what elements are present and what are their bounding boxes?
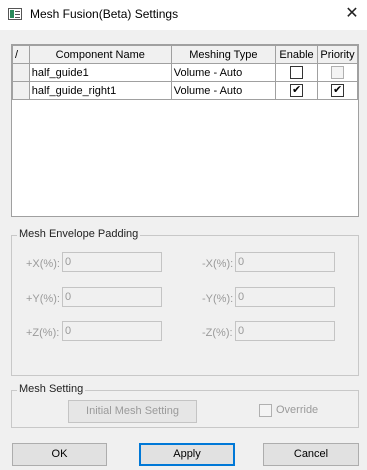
component-name-cell[interactable]: half_guide_right1 — [28, 81, 172, 100]
priority-cell — [316, 81, 359, 100]
col-header-meshing-type[interactable]: Meshing Type — [170, 45, 277, 64]
priority-cell — [316, 63, 359, 82]
minus-y-label: -Y(%): — [202, 293, 234, 305]
mesh-envelope-padding-label: Mesh Envelope Padding — [17, 228, 141, 240]
minus-y-field[interactable] — [235, 287, 335, 307]
sort-indicator[interactable]: / — [12, 45, 30, 64]
col-header-priority[interactable]: Priority — [316, 45, 359, 64]
plus-x-field[interactable] — [62, 252, 162, 272]
plus-z-field[interactable] — [62, 321, 162, 341]
apply-button[interactable]: Apply — [139, 443, 235, 466]
meshing-type-cell[interactable]: Volume - Auto — [170, 81, 277, 100]
enable-checkbox[interactable] — [290, 66, 304, 79]
table-row[interactable]: half_guide1 Volume - Auto — [12, 63, 359, 82]
table-row[interactable]: half_guide_right1 Volume - Auto — [12, 81, 359, 100]
initial-mesh-setting-button[interactable]: Initial Mesh Setting — [68, 400, 197, 423]
row-header[interactable] — [12, 81, 30, 100]
cancel-button[interactable]: Cancel — [263, 443, 359, 466]
minus-x-field[interactable] — [235, 252, 335, 272]
plus-y-label: +Y(%): — [26, 293, 60, 305]
col-header-enable[interactable]: Enable — [275, 45, 318, 64]
minus-z-label: -Z(%): — [202, 327, 233, 339]
enable-cell — [275, 63, 318, 82]
priority-checkbox[interactable] — [330, 66, 344, 79]
close-button[interactable]: ✕ — [337, 0, 367, 30]
window-title: Mesh Fusion(Beta) Settings — [30, 7, 179, 21]
plus-z-label: +Z(%): — [26, 327, 60, 339]
plus-y-field[interactable] — [62, 287, 162, 307]
override-label: Override — [276, 404, 319, 416]
component-table[interactable]: / Component Name Meshing Type Enable Pri… — [11, 44, 359, 217]
minus-x-label: -X(%): — [202, 258, 234, 270]
row-header[interactable] — [12, 63, 30, 82]
mesh-setting-label: Mesh Setting — [17, 383, 86, 395]
minus-z-field[interactable] — [235, 321, 335, 341]
app-icon — [8, 8, 22, 20]
table-header-row: / Component Name Meshing Type Enable Pri… — [12, 45, 359, 64]
priority-checkbox[interactable] — [330, 84, 344, 97]
col-header-component-name[interactable]: Component Name — [28, 45, 172, 64]
enable-cell — [275, 81, 318, 100]
component-name-cell[interactable]: half_guide1 — [28, 63, 172, 82]
enable-checkbox[interactable] — [290, 84, 304, 97]
plus-x-label: +X(%): — [26, 258, 60, 270]
meshing-type-cell[interactable]: Volume - Auto — [170, 63, 277, 82]
title-bar: Mesh Fusion(Beta) Settings ✕ — [0, 0, 367, 30]
override-checkbox[interactable] — [259, 404, 272, 417]
ok-button[interactable]: OK — [12, 443, 107, 466]
